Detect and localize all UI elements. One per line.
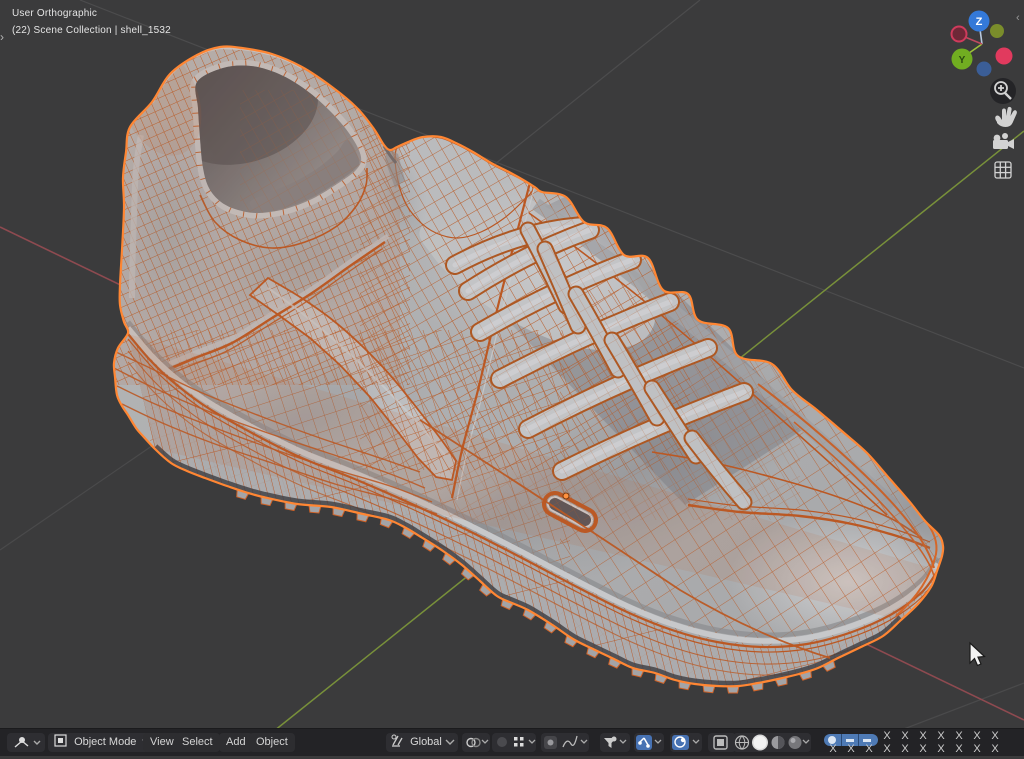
svg-text:Y: Y <box>959 55 966 66</box>
svg-text:Z: Z <box>976 16 983 28</box>
